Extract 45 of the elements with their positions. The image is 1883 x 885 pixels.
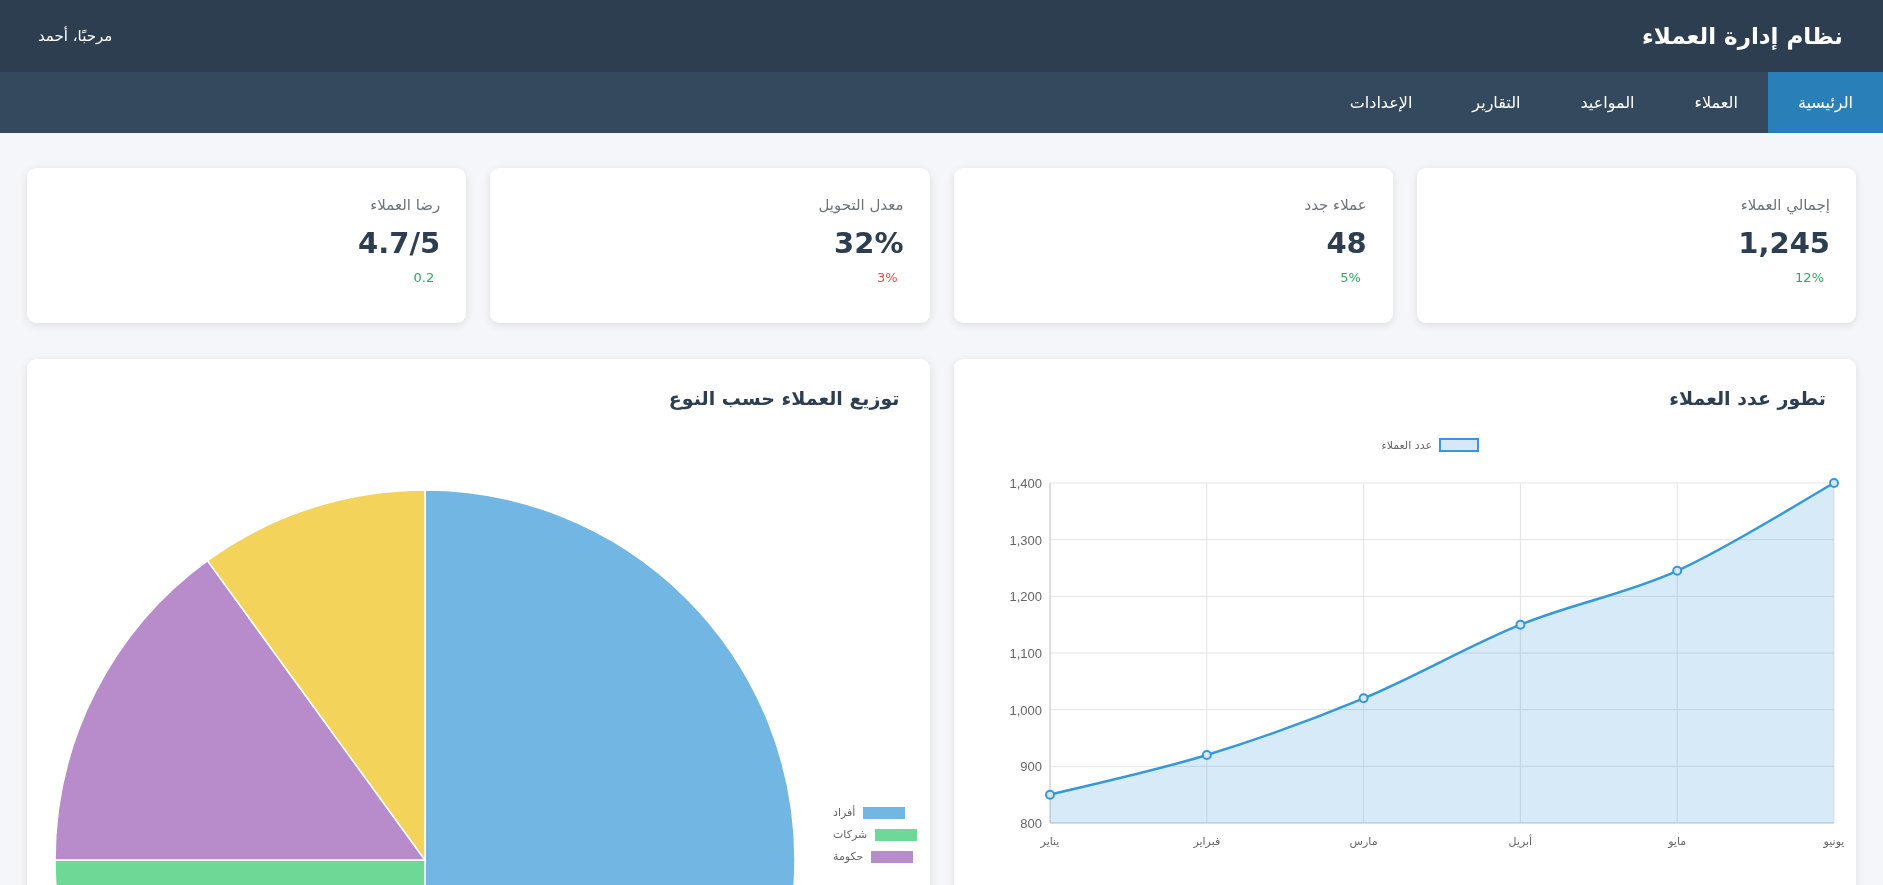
nav-tab[interactable]: المواعيد <box>1550 72 1665 133</box>
stat-change: 12% <box>1795 270 1824 285</box>
stat-change: 3% <box>876 270 898 285</box>
stat-value: 48 <box>1326 226 1367 260</box>
legend-label: عدد العملاء <box>1380 439 1432 452</box>
axis-tick-label: 1,300 <box>1008 532 1042 548</box>
data-point <box>1201 750 1212 760</box>
axis-category-label: مارس <box>1349 835 1378 848</box>
axis-tick-label: 1,200 <box>1008 589 1042 605</box>
axis-category-label: مايو <box>1667 835 1686 848</box>
axis-tick-label: 900 <box>1019 759 1042 775</box>
axis-tick-label: 1,100 <box>1008 646 1042 661</box>
nav-tab[interactable]: الرئيسية <box>1767 72 1883 133</box>
legend-label: حكومة <box>833 850 864 863</box>
greeting-text: مرحبًا، أحمد <box>38 27 113 45</box>
axis-category-label: أبريل <box>1508 835 1532 848</box>
data-point <box>1514 619 1525 630</box>
stat-label: إجمالي العملاء <box>1740 196 1830 214</box>
axis-category-label: فبراير <box>1192 835 1220 848</box>
axis-tick-label: 800 <box>1019 816 1042 831</box>
nav-tab[interactable]: العملاء <box>1664 72 1768 133</box>
stat-value: 1,245 <box>1738 226 1830 260</box>
axis-category-label: يونيو <box>1823 835 1844 848</box>
app-title: نظام إدارة العملاء <box>1641 23 1843 49</box>
stat-change: 5% <box>1340 270 1361 285</box>
chart-title: توزيع العملاء حسب النوع <box>667 387 900 409</box>
data-point <box>1044 789 1055 800</box>
data-point <box>1358 693 1369 704</box>
axis-tick-label: 1,000 <box>1008 702 1042 718</box>
legend-label: شركات <box>833 828 868 841</box>
stat-value: 4.7/5 <box>358 226 441 260</box>
nav-tab[interactable]: الإعدادات <box>1319 72 1443 133</box>
data-point <box>1671 565 1682 576</box>
legend-label: أفراد <box>833 806 856 819</box>
stat-label: معدل التحويل <box>818 196 904 214</box>
legend-swatch <box>1438 438 1479 452</box>
stat-label: عملاء جدد <box>1304 196 1367 214</box>
axis-tick-label: 1,400 <box>1008 476 1042 491</box>
stat-change: 0.2 <box>413 270 435 285</box>
data-point <box>1828 478 1839 488</box>
nav-tab[interactable]: التقارير <box>1442 72 1551 133</box>
axis-category-label: يناير <box>1040 835 1059 848</box>
stat-value: 32% <box>834 226 904 260</box>
stat-label: رضا العملاء <box>370 196 441 214</box>
chart-title: تطور عدد العملاء <box>1668 387 1826 409</box>
